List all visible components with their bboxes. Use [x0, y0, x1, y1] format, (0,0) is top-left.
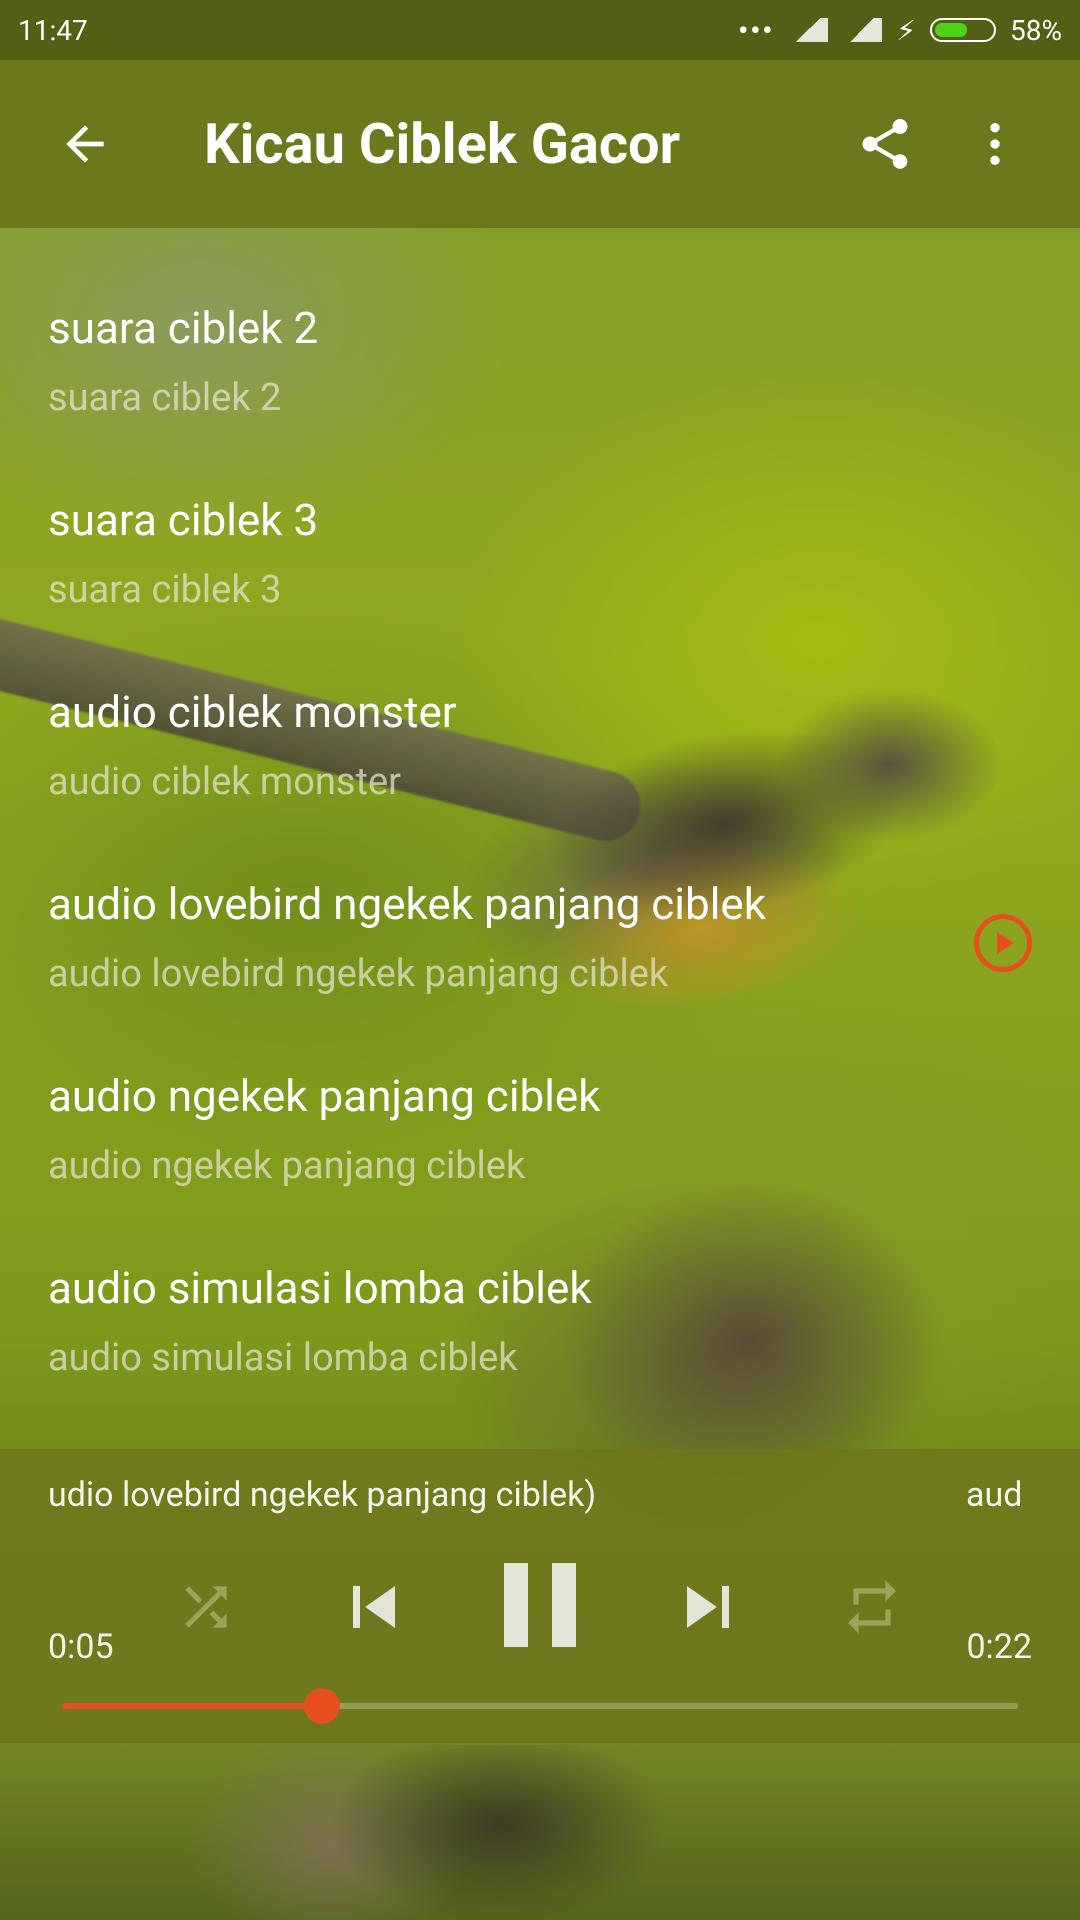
track-title: audio simulasi lomba ciblek: [48, 1262, 592, 1314]
list-item[interactable]: audio simulasi lomba ciblek audio simula…: [0, 1188, 1080, 1380]
arrow-left-icon: [66, 125, 104, 163]
list-item-playing[interactable]: audio lovebird ngekek panjang ciblek aud…: [0, 804, 1080, 996]
app-bar: Kicau Ciblek Gacor: [0, 60, 1080, 228]
track-subtitle: audio simulasi lomba ciblek: [48, 1336, 518, 1380]
next-button[interactable]: [664, 1563, 752, 1651]
track-subtitle: suara ciblek 2: [48, 376, 282, 420]
track-title: audio ngekek panjang ciblek: [48, 1070, 601, 1122]
status-bar: 11:47 ••• ⚡ 58%: [0, 0, 1080, 60]
elapsed-time: 0:05: [48, 1627, 114, 1667]
page-title: Kicau Ciblek Gacor: [204, 111, 681, 177]
battery-level: [935, 23, 968, 37]
total-duration: 0:22: [966, 1627, 1032, 1667]
list-item[interactable]: suara ciblek 2 suara ciblek 2: [0, 228, 1080, 420]
play-triangle: [996, 932, 1014, 954]
track-subtitle: suara ciblek 3: [48, 568, 282, 612]
track-subtitle: audio ngekek panjang ciblek: [48, 1144, 526, 1188]
shuffle-button[interactable]: [170, 1571, 242, 1643]
player-controls: [0, 1549, 1080, 1659]
seek-progress: [62, 1703, 323, 1709]
skip-previous-icon: [353, 1586, 395, 1628]
seek-thumb[interactable]: [304, 1688, 341, 1724]
pause-button[interactable]: [490, 1553, 590, 1657]
back-button[interactable]: [30, 89, 140, 199]
now-playing-next-text: aud: [966, 1475, 1023, 1515]
shuffle-icon: [185, 1586, 227, 1628]
repeat-button[interactable]: [836, 1571, 908, 1643]
battery-percent: 58%: [1010, 13, 1062, 47]
track-list: suara ciblek 2 suara ciblek 2 suara cibl…: [0, 228, 1080, 1380]
player-panel: udio lovebird ngekek panjang ciblek) aud: [0, 1449, 1080, 1745]
share-button[interactable]: [830, 89, 940, 199]
now-playing-text: udio lovebird ngekek panjang ciblek): [48, 1475, 597, 1515]
signal-icon: [788, 18, 829, 42]
track-title: suara ciblek 2: [48, 302, 319, 354]
notification-dots-icon: •••: [738, 13, 775, 47]
pause-icon: [504, 1563, 576, 1647]
track-title: suara ciblek 3: [48, 494, 319, 546]
track-title: audio ciblek monster: [48, 686, 457, 738]
track-title: audio lovebird ngekek panjang ciblek: [48, 878, 767, 930]
seek-bar[interactable]: [62, 1688, 1018, 1724]
previous-button[interactable]: [330, 1563, 418, 1651]
status-icons: ••• ⚡ 58%: [738, 14, 1062, 47]
list-item[interactable]: audio ngekek panjang ciblek audio ngekek…: [0, 996, 1080, 1188]
more-options-button[interactable]: [940, 89, 1050, 199]
share-icon: [862, 119, 908, 169]
battery-icon: [930, 18, 997, 42]
repeat-icon: [848, 1580, 896, 1634]
track-subtitle: audio lovebird ngekek panjang ciblek: [48, 952, 669, 996]
play-circle-icon[interactable]: [974, 914, 1032, 972]
now-playing-marquee: udio lovebird ngekek panjang ciblek) aud: [0, 1469, 1080, 1519]
list-item[interactable]: suara ciblek 3 suara ciblek 3: [0, 420, 1080, 612]
skip-next-icon: [687, 1586, 729, 1628]
track-subtitle: audio ciblek monster: [48, 760, 401, 804]
status-time: 11:47: [18, 13, 88, 47]
list-item[interactable]: audio ciblek monster audio ciblek monste…: [0, 612, 1080, 804]
more-vert-icon: [990, 123, 1000, 165]
charging-icon: ⚡: [896, 13, 917, 47]
signal-icon-2: [842, 18, 883, 42]
